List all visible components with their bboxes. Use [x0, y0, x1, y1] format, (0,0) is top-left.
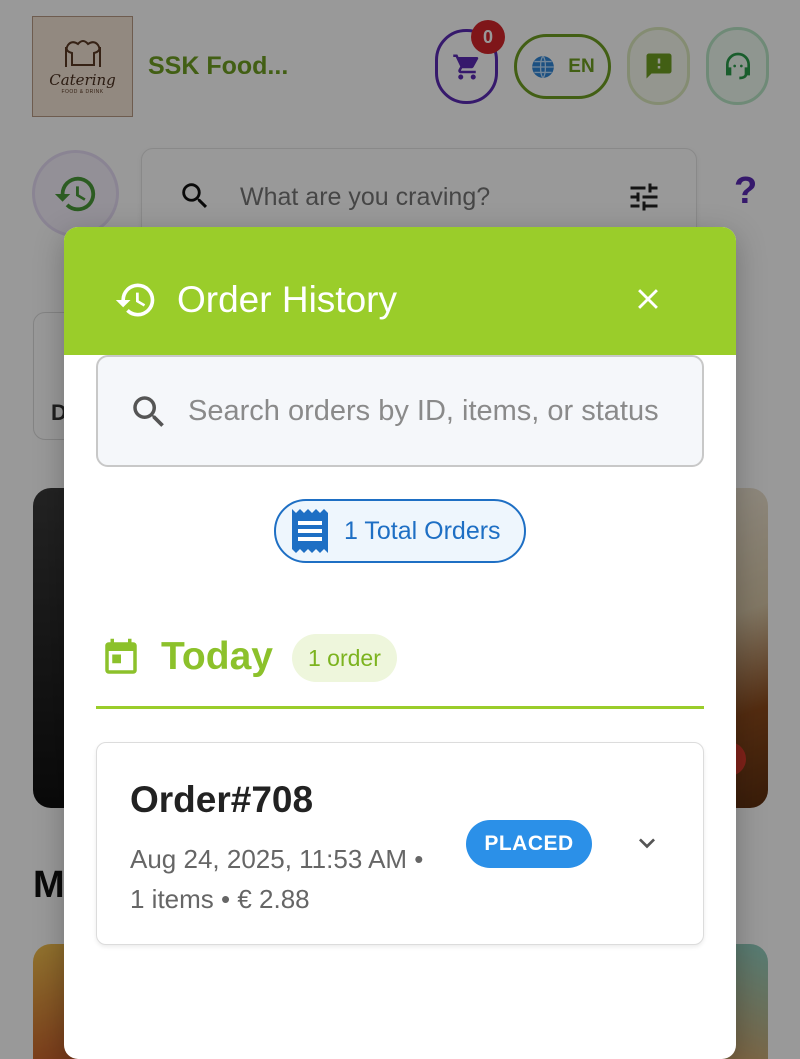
close-icon [638, 289, 658, 309]
order-card[interactable]: Order#708 Aug 24, 2025, 11:53 AM • 1 ite… [96, 742, 704, 945]
expand-order-button[interactable] [631, 827, 663, 859]
order-id: Order#708 [130, 779, 314, 820]
order-summary: 1 items • € 2.88 [130, 884, 310, 914]
status-badge: PLACED [466, 820, 592, 868]
dialog-title: Order History [177, 279, 397, 320]
order-search-field[interactable] [96, 355, 704, 467]
receipt-icon [292, 509, 328, 553]
total-orders-chip: 1 Total Orders [274, 499, 526, 563]
close-button[interactable] [628, 279, 668, 319]
calendar-icon [105, 638, 137, 674]
chevron-down-icon [639, 838, 655, 849]
total-orders-label: 1 Total Orders [344, 516, 501, 545]
group-date-label: Today [161, 635, 273, 678]
search-icon [133, 396, 164, 427]
order-history-dialog: Order History 1 Total Orders Today 1 ord… [64, 227, 736, 1059]
group-order-count: 1 order [292, 634, 397, 682]
group-divider [96, 706, 704, 709]
dialog-header: Order History [64, 227, 736, 355]
history-icon [115, 283, 155, 317]
order-datetime: Aug 24, 2025, 11:53 AM • [130, 844, 424, 874]
order-search-input[interactable] [188, 385, 678, 437]
